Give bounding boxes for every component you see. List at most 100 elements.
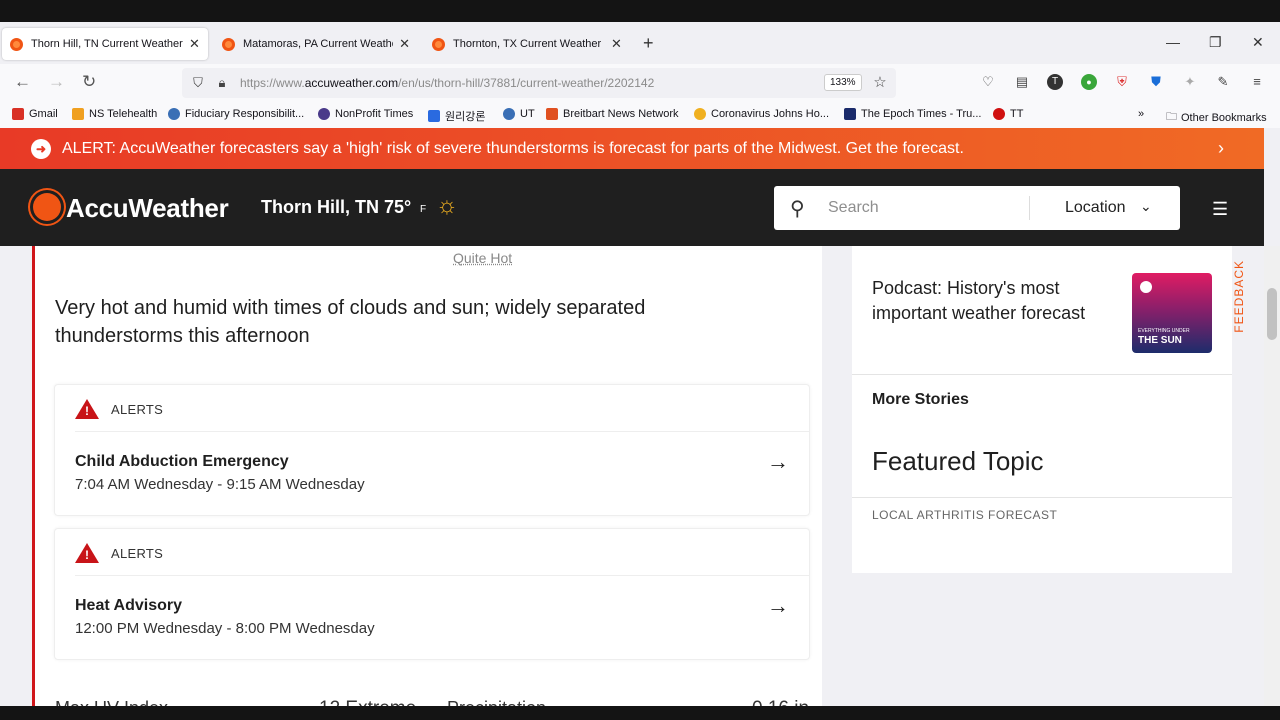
accuweather-logo-icon[interactable]	[33, 193, 61, 221]
extension-t-icon[interactable]: T	[1047, 74, 1063, 90]
alert-name: Child Abduction Emergency	[75, 453, 289, 470]
realfeel-phrase[interactable]: Quite Hot	[453, 250, 512, 266]
partly-sunny-icon: ☼	[436, 192, 458, 219]
podcast-link[interactable]: Podcast: History's most important weathe…	[872, 276, 1112, 326]
hamburger-menu-icon[interactable]: ☰	[1212, 199, 1228, 220]
bookmark-korean[interactable]: 원리강론	[428, 108, 485, 124]
location-button[interactable]: Location	[1065, 199, 1126, 217]
bookmarks-overflow-icon[interactable]: »	[1138, 108, 1144, 120]
bookmark-nonprofit-times[interactable]: NonProfit Times	[318, 108, 413, 120]
back-icon[interactable]: ←	[14, 72, 31, 92]
tracking-shield-icon[interactable]: ⛉	[190, 75, 206, 91]
page-scrollbar[interactable]	[1264, 246, 1280, 706]
thumb-caption-big: THE SUN	[1138, 335, 1182, 346]
gmail-icon	[12, 108, 24, 120]
bookmark-tt[interactable]: TT	[993, 108, 1023, 120]
close-tab-icon[interactable]: ✕	[611, 36, 622, 52]
divider	[75, 431, 809, 432]
window-close-icon[interactable]: ✕	[1252, 34, 1264, 51]
bookmark-gmail[interactable]: Gmail	[12, 108, 58, 120]
bookmark-ut[interactable]: UT	[503, 108, 535, 120]
forward-icon[interactable]: →	[48, 72, 65, 92]
wordpress-icon	[168, 108, 180, 120]
bookmark-epoch-times[interactable]: The Epoch Times - Tru...	[844, 108, 981, 120]
uv-index-value: 12 Extreme	[319, 698, 416, 706]
tab-title: Thornton, TX Current Weather	[453, 38, 602, 50]
bookmark-coronavirus[interactable]: Coronavirus Johns Ho...	[694, 108, 829, 120]
bookmark-breitbart[interactable]: Breitbart News Network	[546, 108, 679, 120]
address-bar[interactable]: ⛉ 🔒︎ https://www.accuweather.com/en/us/t…	[182, 68, 896, 98]
divider	[1029, 196, 1030, 220]
divider	[852, 497, 1232, 498]
close-tab-icon[interactable]: ✕	[189, 36, 200, 52]
restore-icon[interactable]: ❐	[1209, 34, 1222, 51]
chevron-down-icon[interactable]: ⌄	[1140, 198, 1152, 215]
podcast-thumbnail[interactable]: EVERYTHING UNDER THE SUN	[1132, 273, 1212, 353]
accuweather-favicon-icon	[222, 37, 235, 51]
tab-title: Matamoras, PA Current Weather	[243, 38, 394, 50]
alert-card-child-abduction[interactable]: ! ALERTS Child Abduction Emergency 7:04 …	[54, 384, 810, 516]
close-tab-icon[interactable]: ✕	[399, 36, 410, 52]
alert-arrow-icon: ➜	[31, 139, 51, 159]
bookmark-icon	[428, 110, 440, 122]
screen-top-border	[0, 0, 1280, 22]
warning-triangle-icon: !	[75, 399, 99, 419]
search-input[interactable]: Search	[828, 199, 879, 217]
header-location-temp[interactable]: Thorn Hill, TN 75°	[261, 197, 411, 218]
chevron-right-icon: ›	[1218, 138, 1224, 158]
featured-topic-heading: Featured Topic	[872, 446, 1044, 476]
app-menu-icon[interactable]: ≡	[1249, 74, 1265, 90]
new-tab-icon[interactable]: +	[643, 34, 654, 52]
wordpress-icon	[503, 108, 515, 120]
sidebar-stories: Podcast: History's most important weathe…	[852, 246, 1232, 573]
thumb-caption-small: EVERYTHING UNDER	[1138, 328, 1190, 334]
tab-thorn-hill[interactable]: Thorn Hill, TN Current Weather ✕	[2, 28, 208, 60]
zoom-level[interactable]: 133%	[824, 74, 862, 91]
alert-header: ! ALERTS	[75, 399, 163, 419]
search-bar[interactable]: ⚲ Search Location ⌄	[774, 186, 1180, 230]
divider	[852, 374, 1232, 375]
tab-strip: Thorn Hill, TN Current Weather ✕ Matamor…	[0, 22, 1280, 64]
alert-banner[interactable]: ➜ ALERT: AccuWeather forecasters say a '…	[0, 128, 1264, 169]
sun-icon	[1140, 281, 1152, 293]
arrow-right-icon[interactable]: →	[767, 593, 789, 619]
extension-green-icon[interactable]: ●	[1081, 74, 1097, 90]
local-arthritis-forecast-link[interactable]: LOCAL ARTHRITIS FORECAST	[872, 508, 1057, 522]
alert-card-heat-advisory[interactable]: ! ALERTS Heat Advisory 12:00 PM Wednesda…	[54, 528, 810, 660]
feedback-tab[interactable]: FEEDBACK	[1232, 260, 1252, 333]
divider	[75, 575, 809, 576]
extension-puzzle-icon[interactable]: ✦	[1182, 74, 1198, 90]
site-header: AccuWeather Thorn Hill, TN 75° F ☼ ⚲ Sea…	[0, 169, 1264, 246]
more-stories-heading: More Stories	[872, 391, 969, 408]
browser-window: Thorn Hill, TN Current Weather ✕ Matamor…	[0, 22, 1280, 706]
pocket-icon[interactable]: ♡	[980, 74, 996, 90]
url-text[interactable]: https://www.accuweather.com/en/us/thorn-…	[240, 76, 654, 90]
bookmark-fiduciary[interactable]: Fiduciary Responsibilit...	[168, 108, 304, 120]
alert-banner-text: ALERT: AccuWeather forecasters say a 'hi…	[62, 140, 964, 157]
epoch-times-icon	[844, 108, 856, 120]
precipitation-value: 0.16 in	[752, 698, 809, 706]
extension-red-icon[interactable]: ⛨	[1114, 74, 1130, 90]
alert-name: Heat Advisory	[75, 597, 182, 614]
navigation-toolbar: ← → ↻ ⛉ 🔒︎ https://www.accuweather.com/e…	[0, 64, 1280, 102]
reader-view-icon[interactable]: ▤	[1014, 74, 1030, 90]
alert-header: ! ALERTS	[75, 543, 163, 563]
reload-icon[interactable]: ↻	[82, 72, 96, 92]
extension-feather-icon[interactable]: ✎	[1215, 74, 1231, 90]
tab-matamoras[interactable]: Matamoras, PA Current Weather ✕	[214, 28, 418, 60]
bookmark-star-icon[interactable]: ☆	[872, 75, 888, 91]
accuweather-favicon-icon	[432, 37, 445, 51]
scrollbar-thumb[interactable]	[1267, 288, 1277, 340]
lock-icon[interactable]: 🔒︎	[214, 75, 230, 91]
extension-blue-shield-icon[interactable]: ⛊	[1148, 74, 1164, 90]
other-bookmarks[interactable]: 🗀 Other Bookmarks	[1166, 108, 1267, 127]
tab-title: Thorn Hill, TN Current Weather	[31, 38, 183, 50]
bookmark-ns-telehealth[interactable]: NS Telehealth	[72, 108, 157, 120]
alert-time: 12:00 PM Wednesday - 8:00 PM Wednesday	[75, 620, 375, 637]
brand-logo-text[interactable]: AccuWeather	[66, 193, 229, 224]
current-weather-card: Quite Hot Very hot and humid with times …	[32, 246, 822, 706]
arrow-right-icon[interactable]: →	[767, 449, 789, 475]
tab-thornton[interactable]: Thornton, TX Current Weather ✕	[424, 28, 630, 60]
minimize-icon[interactable]: —	[1166, 34, 1180, 50]
bookmark-icon	[993, 108, 1005, 120]
